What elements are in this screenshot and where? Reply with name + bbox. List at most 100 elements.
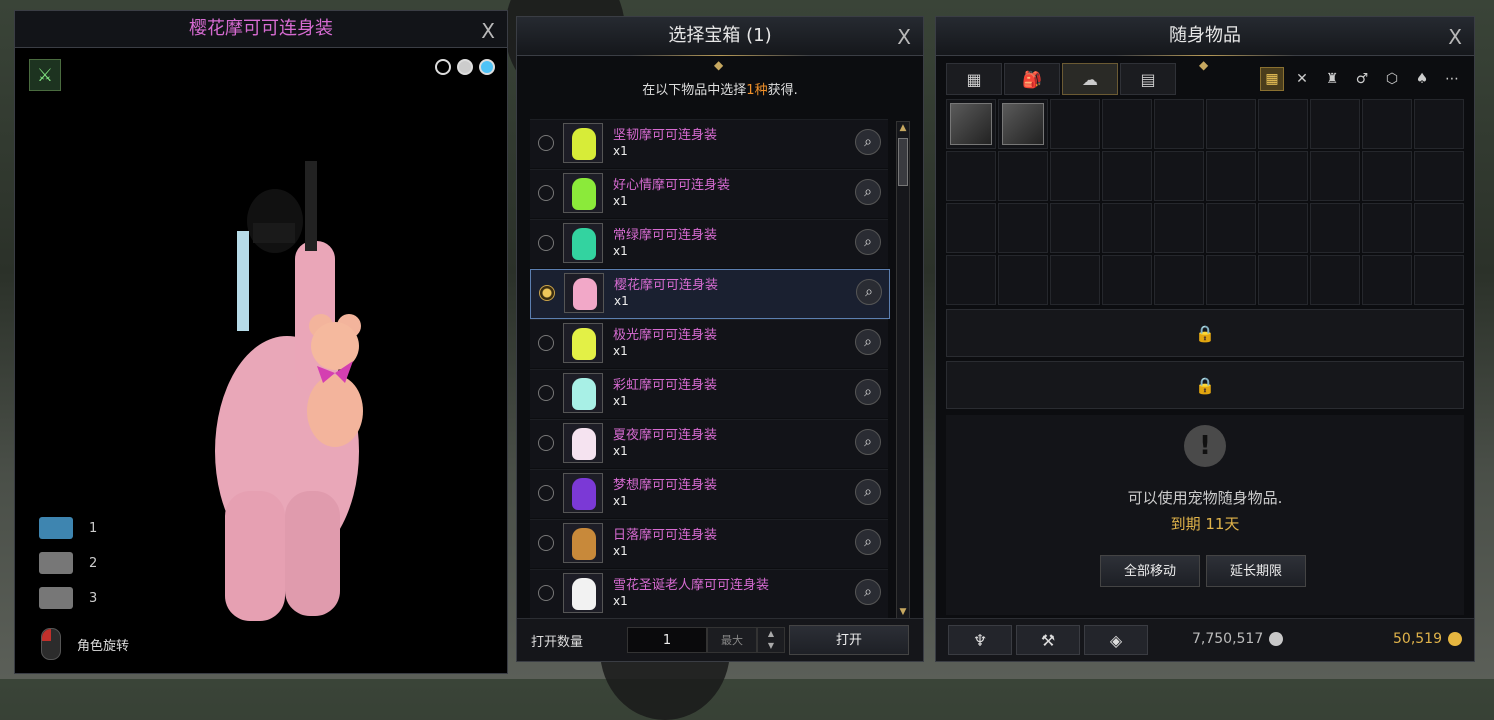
inventory-slot[interactable] <box>1102 151 1152 201</box>
inventory-slot[interactable] <box>1310 203 1360 253</box>
count-stepper[interactable]: ▲ ▼ <box>757 627 785 653</box>
item-radio[interactable] <box>538 385 554 401</box>
inventory-slot[interactable] <box>946 203 996 253</box>
filter-card-icon[interactable]: ♠ <box>1410 67 1434 91</box>
scroll-down-icon[interactable]: ▼ <box>897 606 909 618</box>
inventory-slot[interactable] <box>1206 99 1256 149</box>
inventory-slot[interactable] <box>1414 203 1464 253</box>
item-radio[interactable] <box>538 585 554 601</box>
inventory-slot[interactable] <box>998 99 1048 149</box>
item-radio[interactable] <box>538 185 554 201</box>
preview-close-button[interactable]: X <box>481 19 495 43</box>
magnifier-icon[interactable]: ⌕ <box>855 529 881 555</box>
inventory-slot[interactable] <box>1102 255 1152 305</box>
inventory-slot[interactable] <box>998 203 1048 253</box>
inventory-close-button[interactable]: X <box>1448 25 1462 49</box>
magnifier-icon[interactable]: ⌕ <box>855 229 881 255</box>
inventory-slot[interactable] <box>1206 151 1256 201</box>
item-radio[interactable] <box>538 435 554 451</box>
inventory-slot[interactable] <box>1362 99 1412 149</box>
max-button[interactable]: 最大 <box>707 627 757 653</box>
filter-gem-icon[interactable]: ⬡ <box>1380 67 1404 91</box>
chest-close-button[interactable]: X <box>897 25 911 49</box>
inventory-slot[interactable] <box>1206 203 1256 253</box>
inventory-slot[interactable] <box>1154 99 1204 149</box>
inventory-slot[interactable] <box>946 99 996 149</box>
magnifier-icon[interactable]: ⌕ <box>855 479 881 505</box>
item-list-scrollbar[interactable]: ▲ ▼ <box>896 121 910 619</box>
filter-more-icon[interactable]: ⋯ <box>1440 67 1464 91</box>
chest-item-row[interactable]: 日落摩可可连身装 x1 ⌕ <box>530 519 888 568</box>
chest-item-icon[interactable] <box>950 103 992 145</box>
chest-item-row[interactable]: 雪花圣诞老人摩可可连身装 x1 ⌕ <box>530 569 888 618</box>
filter-weapon-icon[interactable]: ✕ <box>1290 67 1314 91</box>
magnifier-icon[interactable]: ⌕ <box>856 279 882 305</box>
chest-item-row[interactable]: 樱花摩可可连身装 x1 ⌕ <box>530 269 890 319</box>
magnifier-icon[interactable]: ⌕ <box>855 429 881 455</box>
inventory-slot[interactable] <box>1310 151 1360 201</box>
inventory-slot[interactable] <box>1050 99 1100 149</box>
inventory-slot[interactable] <box>998 255 1048 305</box>
magnifier-icon[interactable]: ⌕ <box>855 179 881 205</box>
inventory-slot[interactable] <box>946 151 996 201</box>
move-all-button[interactable]: 全部移动 <box>1100 555 1200 587</box>
box-item-icon[interactable] <box>1002 103 1044 145</box>
inventory-slot[interactable] <box>1310 99 1360 149</box>
open-button[interactable]: 打开 <box>789 625 909 655</box>
camera-option-3[interactable]: 3 <box>39 587 97 609</box>
inventory-slot[interactable] <box>1258 255 1308 305</box>
chest-item-row[interactable]: 夏夜摩可可连身装 x1 ⌕ <box>530 419 888 468</box>
item-radio[interactable] <box>538 235 554 251</box>
chest-item-row[interactable]: 梦想摩可可连身装 x1 ⌕ <box>530 469 888 518</box>
scroll-thumb[interactable] <box>898 138 908 186</box>
inventory-slot[interactable] <box>1050 203 1100 253</box>
item-radio[interactable] <box>538 135 554 151</box>
chest-item-row[interactable]: 彩虹摩可可连身装 x1 ⌕ <box>530 369 888 418</box>
chest-item-row[interactable]: 常绿摩可可连身装 x1 ⌕ <box>530 219 888 268</box>
chest-item-row[interactable]: 好心情摩可可连身装 x1 ⌕ <box>530 169 888 218</box>
item-radio[interactable] <box>538 485 554 501</box>
item-radio[interactable] <box>539 285 555 301</box>
inventory-slot[interactable] <box>1102 203 1152 253</box>
inventory-slot[interactable] <box>1362 255 1412 305</box>
inventory-slot[interactable] <box>1362 203 1412 253</box>
inventory-slot[interactable] <box>1050 255 1100 305</box>
inventory-slot[interactable] <box>1362 151 1412 201</box>
color-dot-black[interactable] <box>435 59 451 75</box>
chest-item-row[interactable]: 极光摩可可连身装 x1 ⌕ <box>530 319 888 368</box>
character-preview[interactable] <box>195 161 365 631</box>
magnifier-icon[interactable]: ⌕ <box>855 129 881 155</box>
magnifier-icon[interactable]: ⌕ <box>855 379 881 405</box>
scroll-up-icon[interactable]: ▲ <box>897 122 909 134</box>
open-count-input[interactable]: 1 <box>627 627 707 653</box>
diamond-icon[interactable]: ◈ <box>1084 625 1148 655</box>
extend-period-button[interactable]: 延长期限 <box>1206 555 1306 587</box>
inventory-slot[interactable] <box>946 255 996 305</box>
inventory-slot[interactable] <box>1414 99 1464 149</box>
magnifier-icon[interactable]: ⌕ <box>855 329 881 355</box>
inventory-slot[interactable] <box>1050 151 1100 201</box>
camera-option-1[interactable]: 1 <box>39 517 97 539</box>
tab-bag-icon[interactable]: 🎒 <box>1004 63 1060 95</box>
inventory-slot[interactable] <box>1154 203 1204 253</box>
filter-grid-icon[interactable]: ▦ <box>1260 67 1284 91</box>
inventory-slot[interactable] <box>1154 151 1204 201</box>
inventory-slot[interactable] <box>1102 99 1152 149</box>
hide-weapon-icon[interactable]: ⚔ <box>29 59 61 91</box>
color-dot-gray[interactable] <box>457 59 473 75</box>
item-radio[interactable] <box>538 535 554 551</box>
tab-pet-icon[interactable]: ☁ <box>1062 63 1118 95</box>
color-dot-blue[interactable] <box>479 59 495 75</box>
inventory-slot[interactable] <box>1414 255 1464 305</box>
filter-armor-icon[interactable]: ♜ <box>1320 67 1344 91</box>
camera-option-2[interactable]: 2 <box>39 552 97 574</box>
inventory-slot[interactable] <box>1258 151 1308 201</box>
magnifier-icon[interactable]: ⌕ <box>855 579 881 605</box>
filter-accessory-icon[interactable]: ♂ <box>1350 67 1374 91</box>
hammer-icon[interactable]: ⚒ <box>1016 625 1080 655</box>
inventory-slot[interactable] <box>1154 255 1204 305</box>
chest-item-row[interactable]: 坚韧摩可可连身装 x1 ⌕ <box>530 119 888 168</box>
inventory-slot[interactable] <box>998 151 1048 201</box>
inventory-slot[interactable] <box>1414 151 1464 201</box>
inventory-slot[interactable] <box>1258 203 1308 253</box>
